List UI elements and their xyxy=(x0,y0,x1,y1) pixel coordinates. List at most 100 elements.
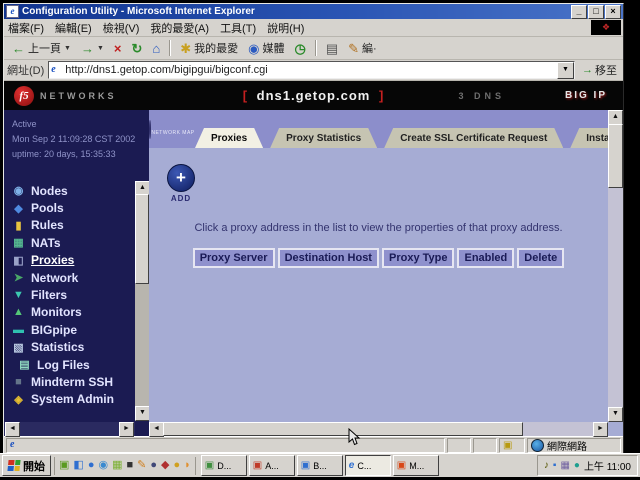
sidebar-item-filters[interactable]: ▼ Filters xyxy=(12,286,131,303)
column-header-proxy-server: Proxy Server xyxy=(193,248,275,268)
edit-button[interactable]: ✎ 編· xyxy=(344,39,381,57)
scroll-right-icon[interactable]: ► xyxy=(593,422,608,437)
network-map-button[interactable]: NETWORK MAP xyxy=(149,121,195,139)
go-button[interactable]: → 移至 xyxy=(579,62,620,78)
quicklaunch-icon[interactable]: ◆ xyxy=(161,460,169,471)
pools-icon: ◆ xyxy=(12,202,25,215)
tray-icon[interactable]: ▪ xyxy=(553,461,557,471)
sidebar-item-bigpipe[interactable]: ▬ BIGpipe xyxy=(12,321,131,338)
quicklaunch-icon[interactable]: ▦ xyxy=(112,460,122,471)
quicklaunch-icon[interactable]: ● xyxy=(150,460,157,471)
address-box: e ▼ xyxy=(48,61,575,79)
sidebar-item-pools[interactable]: ◆ Pools xyxy=(12,199,131,216)
sidebar-item-nats[interactable]: ▦ NATs xyxy=(12,234,131,251)
scroll-left-icon[interactable]: ◄ xyxy=(149,422,164,437)
scrollbar-thumb[interactable] xyxy=(608,124,623,188)
content-vertical-scrollbar[interactable]: ▲ ▼ xyxy=(608,110,623,422)
address-bar: 網址(D) e ▼ → 移至 xyxy=(4,60,623,81)
ie-page-icon: e xyxy=(10,439,22,451)
add-icon[interactable]: + xyxy=(167,164,195,192)
menu-view[interactable]: 檢視(V) xyxy=(103,20,140,36)
back-icon: ← xyxy=(12,42,25,55)
tab-install-ssl-certificate[interactable]: Install SSL Certifi xyxy=(570,128,608,148)
print-icon: ▤ xyxy=(326,42,338,55)
quicklaunch-icon[interactable]: ● xyxy=(88,460,95,471)
address-input[interactable] xyxy=(65,63,557,77)
close-button[interactable]: × xyxy=(605,5,621,19)
scroll-down-icon[interactable]: ▼ xyxy=(608,407,623,422)
home-button[interactable]: ⌂ xyxy=(148,41,164,56)
back-dropdown-icon[interactable]: ▼ xyxy=(64,45,71,52)
desktop: e Configuration Utility - Microsoft Inte… xyxy=(0,0,640,480)
quicklaunch-icon[interactable]: ◗ xyxy=(184,460,191,471)
nats-icon: ▦ xyxy=(12,236,25,249)
toolbar-separator xyxy=(315,40,317,56)
status-state: Active xyxy=(12,117,149,132)
task-window-button[interactable]: ▣ A... xyxy=(249,455,295,476)
media-icon: ◉ xyxy=(248,42,259,55)
quicklaunch-icon[interactable]: ◧ xyxy=(73,460,83,471)
sidebar-item-rules[interactable]: ▮ Rules xyxy=(12,217,131,234)
forward-button[interactable]: → ▼ xyxy=(77,41,108,56)
start-button[interactable]: 開始 xyxy=(2,455,51,476)
tab-create-ssl-certificate-request[interactable]: Create SSL Certificate Request xyxy=(384,128,563,148)
sidebar-item-mindterm-ssh[interactable]: ■ Mindterm SSH xyxy=(12,373,131,390)
app-icon: ▣ xyxy=(253,460,262,471)
back-button[interactable]: ← 上一頁 ▼ xyxy=(8,39,75,57)
refresh-button[interactable]: ↻ xyxy=(127,41,146,56)
task-window-button-active[interactable]: e C... xyxy=(345,455,391,476)
quicklaunch-icon[interactable]: ● xyxy=(173,460,180,471)
minimize-button[interactable]: _ xyxy=(571,5,587,19)
task-window-button[interactable]: ▣ D... xyxy=(201,455,247,476)
stop-icon: × xyxy=(114,42,122,55)
quicklaunch-icon[interactable]: ■ xyxy=(126,460,133,471)
quicklaunch-icon[interactable]: ✎ xyxy=(137,460,146,471)
tab-proxy-statistics[interactable]: Proxy Statistics xyxy=(270,128,377,148)
sidebar-item-nodes[interactable]: ◉ Nodes xyxy=(12,182,131,199)
windows-logo-icon xyxy=(7,460,20,471)
forward-dropdown-icon[interactable]: ▼ xyxy=(97,45,104,52)
media-button[interactable]: ◉ 媒體 xyxy=(244,39,288,57)
scroll-right-icon[interactable]: ► xyxy=(119,422,134,437)
menu-help[interactable]: 說明(H) xyxy=(267,20,304,36)
sidebar-item-log-files[interactable]: ▤ Log Files xyxy=(12,356,131,373)
sidebar-vertical-scrollbar[interactable]: ▲ ▼ xyxy=(135,181,149,421)
favorites-button[interactable]: ✱ 我的最愛 xyxy=(176,39,242,57)
volume-icon[interactable]: ♪ xyxy=(544,461,549,471)
scroll-up-icon[interactable]: ▲ xyxy=(608,110,623,125)
system-status: Active Mon Sep 2 11:09:28 CST 2002 uptim… xyxy=(4,110,149,162)
scroll-left-icon[interactable]: ◄ xyxy=(5,422,20,437)
menu-favorites[interactable]: 我的最愛(A) xyxy=(150,20,209,36)
task-window-button[interactable]: ▣ B... xyxy=(297,455,343,476)
scrollbar-thumb[interactable] xyxy=(135,194,149,284)
tab-proxies[interactable]: Proxies xyxy=(195,128,263,148)
print-button[interactable]: ▤ xyxy=(322,41,342,56)
filters-icon: ▼ xyxy=(12,289,25,301)
system-admin-icon: ◈ xyxy=(12,393,25,406)
stop-button[interactable]: × xyxy=(110,41,126,56)
menu-tools[interactable]: 工具(T) xyxy=(220,20,256,36)
quicklaunch-icon[interactable]: ◉ xyxy=(98,460,108,471)
sidebar-item-monitors[interactable]: ▲ Monitors xyxy=(12,304,131,321)
address-dropdown-icon[interactable]: ▼ xyxy=(557,62,574,79)
status-uptime: uptime: 20 days, 15:35:33 xyxy=(12,147,149,162)
menu-edit[interactable]: 編輯(E) xyxy=(55,20,92,36)
network-icon: ➤ xyxy=(12,271,25,284)
sidebar-item-system-admin[interactable]: ◈ System Admin xyxy=(12,391,131,408)
quicklaunch-icon[interactable]: ▣ xyxy=(59,460,69,471)
maximize-button[interactable]: □ xyxy=(588,5,604,19)
task-window-button[interactable]: ▣ M... xyxy=(393,455,439,476)
sidebar-item-network[interactable]: ➤ Network xyxy=(12,269,131,286)
scrollbar-thumb[interactable] xyxy=(163,422,523,436)
add-proxy-button[interactable]: + ADD xyxy=(167,164,195,203)
content-horizontal-scrollbar[interactable]: ◄ ► xyxy=(149,422,608,436)
history-button[interactable]: ◷ xyxy=(290,41,309,56)
menu-file[interactable]: 檔案(F) xyxy=(8,20,44,36)
tray-icon[interactable]: ▦ xyxy=(560,461,569,471)
tray-icon[interactable]: ● xyxy=(574,461,580,471)
sidebar-item-proxies[interactable]: ◧ Proxies xyxy=(12,252,131,269)
scroll-down-icon[interactable]: ▼ xyxy=(135,406,150,421)
product-bigip-label: BIG IP xyxy=(565,90,607,101)
sidebar-horizontal-scrollbar[interactable]: ◄ ► xyxy=(4,422,135,436)
sidebar-item-statistics[interactable]: ▧ Statistics xyxy=(12,339,131,356)
